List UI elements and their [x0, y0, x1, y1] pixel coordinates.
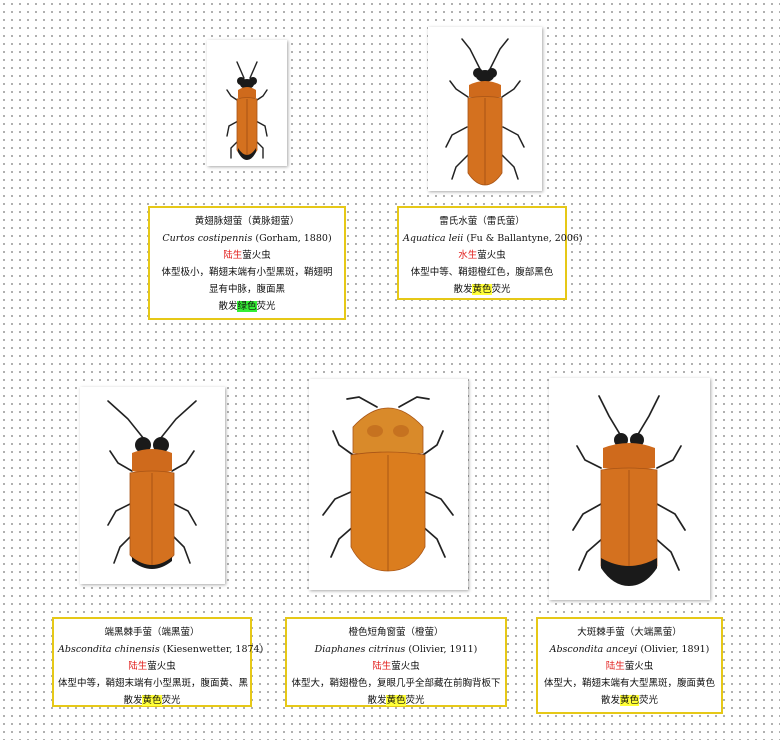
description-line: 体型中等，鞘翅末端有小型黑斑，腹面黄、黑 — [58, 678, 249, 689]
specimen-card-1: 黄翅脉翅萤（黄脉翅萤） Curtos costipennis (Gorham, … — [148, 206, 346, 320]
habitat: 陆生萤火虫 — [223, 250, 271, 261]
common-name: 雷氏水萤（雷氏萤） — [439, 216, 525, 227]
description-line: 显有中脉，腹面黑 — [208, 284, 285, 295]
scientific-name: Abscondita chinensis (Kiesenwetter, 1874… — [58, 644, 264, 655]
specimen-photo-5 — [549, 378, 710, 600]
specimen-photo-3 — [80, 387, 225, 584]
light-color: 散发黄色荧光 — [123, 695, 181, 706]
scientific-name: Curtos costipennis (Gorham, 1880) — [162, 233, 332, 244]
habitat: 陆生萤火虫 — [128, 661, 176, 672]
specimen-photo-1 — [207, 40, 287, 166]
description-line: 体型中等、鞘翅橙红色，腹部黑色 — [410, 267, 554, 278]
common-name: 橙色短角窗萤（橙萤） — [348, 627, 444, 638]
specimen-card-3: 端黑棘手萤（端黑萤） Abscondita chinensis (Kiesenw… — [52, 617, 264, 707]
specimen-card-4: 橙色短角窗萤（橙萤） Diaphanes citrinus (Olivier, … — [285, 617, 507, 707]
specimen-photo-2 — [428, 27, 542, 191]
light-color: 散发绿色荧光 — [218, 301, 276, 312]
specimen-card-2: 雷氏水萤（雷氏萤） Aquatica leii (Fu & Ballantyne… — [397, 206, 583, 300]
light-color: 散发黄色荧光 — [600, 695, 659, 706]
scientific-name: Aquatica leii (Fu & Ballantyne, 2006) — [403, 233, 583, 244]
description-line: 体型大，鞘翅末端有大型黑斑，腹面黄色 — [543, 678, 715, 689]
habitat: 陆生萤火虫 — [372, 661, 420, 672]
description-line: 体型大，鞘翅橙色，复眼几乎全部藏在前胸背板下 — [291, 678, 501, 689]
specimen-photo-4 — [309, 379, 468, 590]
description-line: 体型极小，鞘翅末端有小型黑斑，鞘翅明 — [161, 267, 333, 278]
scientific-name: Abscondita anceyi (Olivier, 1891) — [549, 644, 710, 655]
common-name: 端黑棘手萤（端黑萤） — [104, 627, 200, 638]
light-color: 散发黄色荧光 — [367, 695, 425, 706]
scientific-name: Diaphanes citrinus (Olivier, 1911) — [314, 644, 478, 655]
habitat: 陆生萤火虫 — [605, 661, 654, 672]
common-name: 大斑棘手萤（大端黑萤） — [577, 627, 682, 638]
specimen-card-5: 大斑棘手萤（大端黑萤） Abscondita anceyi (Olivier, … — [536, 617, 723, 714]
common-name: 黄翅脉翅萤（黄脉翅萤） — [194, 216, 300, 227]
habitat: 水生萤火虫 — [458, 250, 506, 261]
light-color: 散发黄色荧光 — [453, 284, 511, 295]
